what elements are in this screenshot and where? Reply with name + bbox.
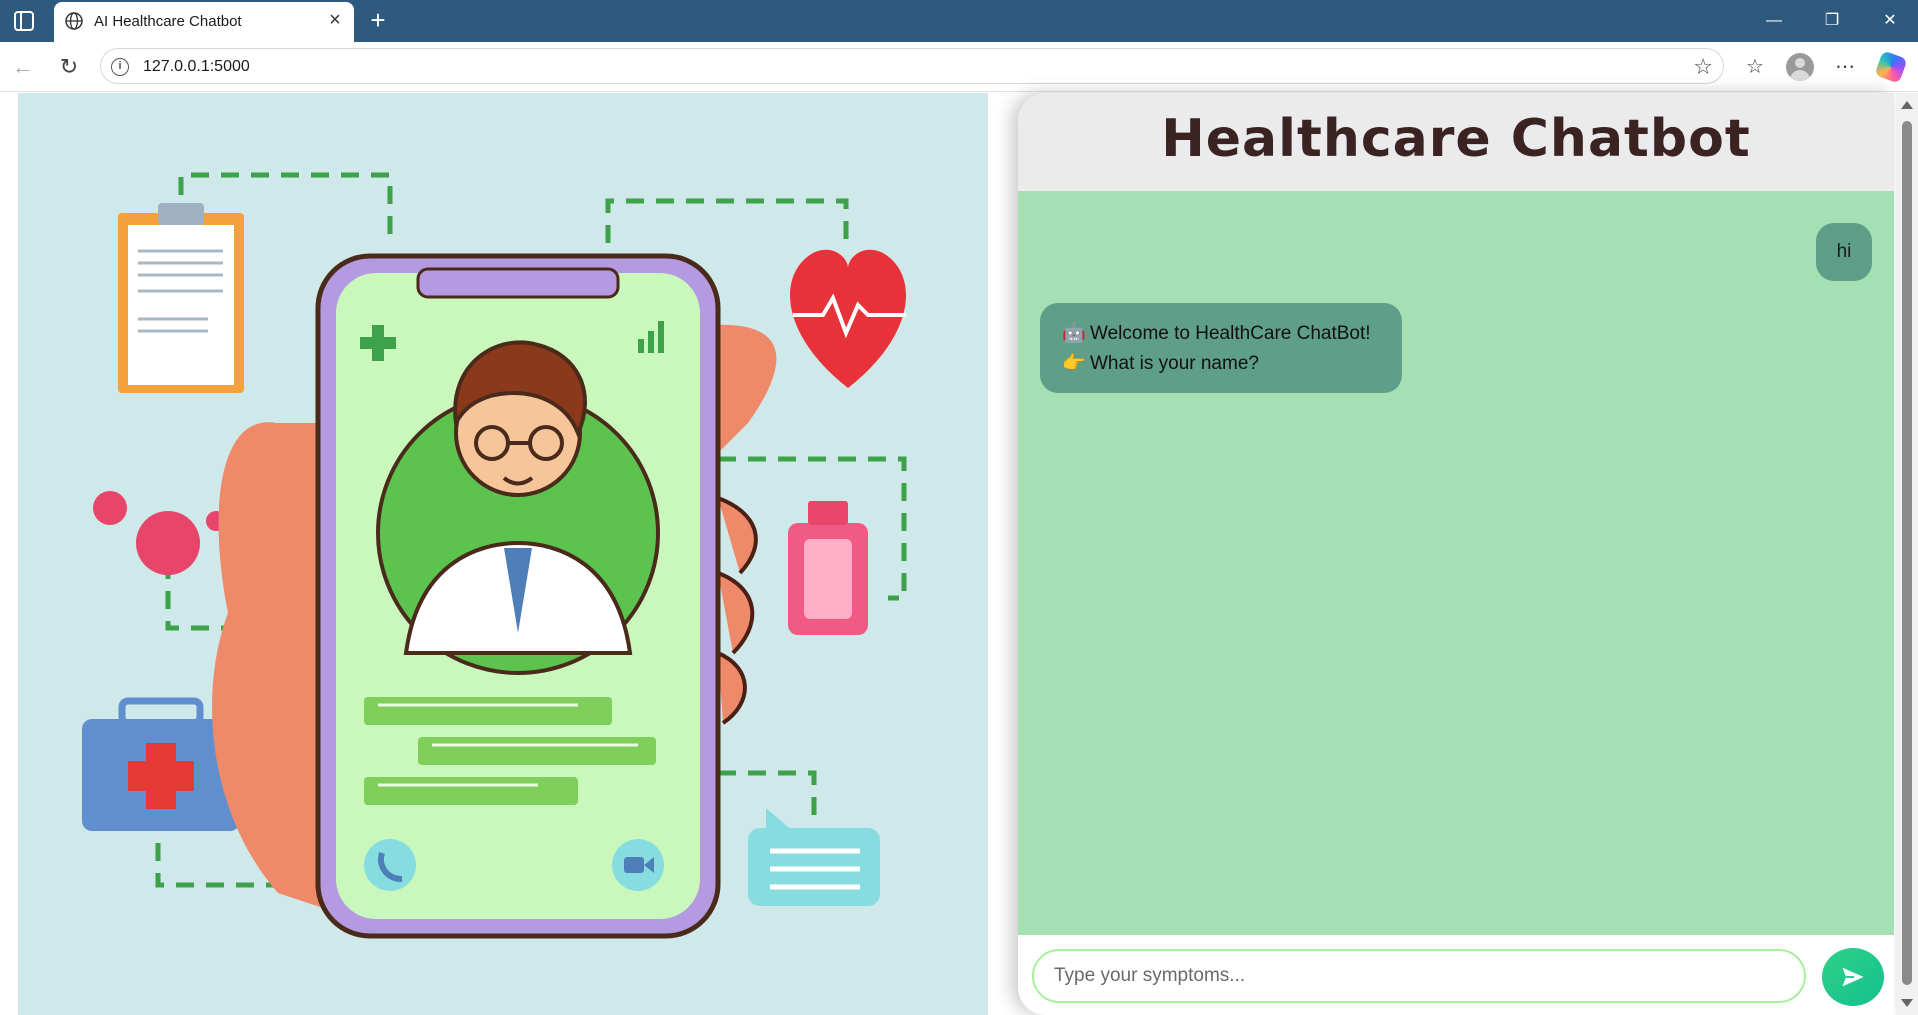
bot-welcome-text: Welcome to HealthCare ChatBot! xyxy=(1090,323,1371,344)
chat-title: Healthcare Chatbot xyxy=(1161,109,1751,169)
doctor-phone-illustration xyxy=(18,93,988,1015)
sidebar-toggle-icon[interactable] xyxy=(14,11,34,31)
illustration-image xyxy=(82,172,907,939)
send-button[interactable] xyxy=(1822,948,1884,1006)
favorites-icon[interactable]: ☆ xyxy=(1740,52,1770,82)
tab-title: AI Healthcare Chatbot xyxy=(94,13,242,30)
more-options-icon[interactable]: ⋯ xyxy=(1830,52,1860,82)
chat-header: Healthcare Chatbot xyxy=(1018,93,1894,191)
site-info-icon[interactable]: i xyxy=(111,58,129,76)
browser-tab-active[interactable]: AI Healthcare Chatbot × xyxy=(54,2,354,42)
bot-question-text: What is your name? xyxy=(1090,353,1259,374)
globe-icon xyxy=(65,12,83,30)
robot-icon: 🤖 xyxy=(1062,323,1086,344)
profile-avatar[interactable] xyxy=(1786,53,1814,81)
address-bar[interactable]: i 127.0.0.1:5000 ☆ xyxy=(100,48,1724,84)
user-message-bubble: hi xyxy=(1816,223,1872,281)
copilot-icon[interactable] xyxy=(1874,50,1908,84)
scroll-thumb[interactable] xyxy=(1902,121,1912,985)
reload-icon[interactable]: ↻ xyxy=(54,52,84,82)
bot-message-line: 👉 What is your name? xyxy=(1062,349,1380,379)
close-window-icon[interactable]: ✕ xyxy=(1868,8,1912,34)
minimize-icon[interactable]: — xyxy=(1752,8,1796,34)
send-icon xyxy=(1842,967,1864,987)
bot-message-line: 🤖 Welcome to HealthCare ChatBot! xyxy=(1062,319,1380,349)
scroll-up-icon[interactable] xyxy=(1901,101,1913,109)
new-tab-button[interactable]: + xyxy=(364,6,392,34)
page-viewport: Healthcare Chatbot hi 🤖 Welcome to Health… xyxy=(0,93,1918,1015)
url-text[interactable]: 127.0.0.1:5000 xyxy=(143,58,250,76)
address-toolbar: ← ↻ i 127.0.0.1:5000 ☆ ☆ ⋯ xyxy=(0,42,1918,92)
back-arrow-icon[interactable]: ← xyxy=(8,52,38,82)
bot-message-bubble: 🤖 Welcome to HealthCare ChatBot! 👉 What is… xyxy=(1040,303,1402,393)
browser-tab-bar: AI Healthcare Chatbot × + — ❐ ✕ xyxy=(0,0,1918,42)
pointing-hand-icon: 👉 xyxy=(1062,353,1086,374)
close-tab-icon[interactable]: × xyxy=(324,9,346,31)
page-scrollbar[interactable] xyxy=(1896,93,1918,1015)
chat-panel: Healthcare Chatbot hi 🤖 Welcome to Health… xyxy=(1018,93,1894,1015)
favorite-star-icon[interactable]: ☆ xyxy=(1693,54,1713,80)
symptoms-input[interactable] xyxy=(1032,949,1806,1003)
restore-icon[interactable]: ❐ xyxy=(1810,8,1854,34)
scroll-down-icon[interactable] xyxy=(1901,999,1913,1007)
chat-input-area xyxy=(1018,935,1894,1015)
chat-messages[interactable]: hi 🤖 Welcome to HealthCare ChatBot! 👉 What… xyxy=(1018,191,1894,935)
